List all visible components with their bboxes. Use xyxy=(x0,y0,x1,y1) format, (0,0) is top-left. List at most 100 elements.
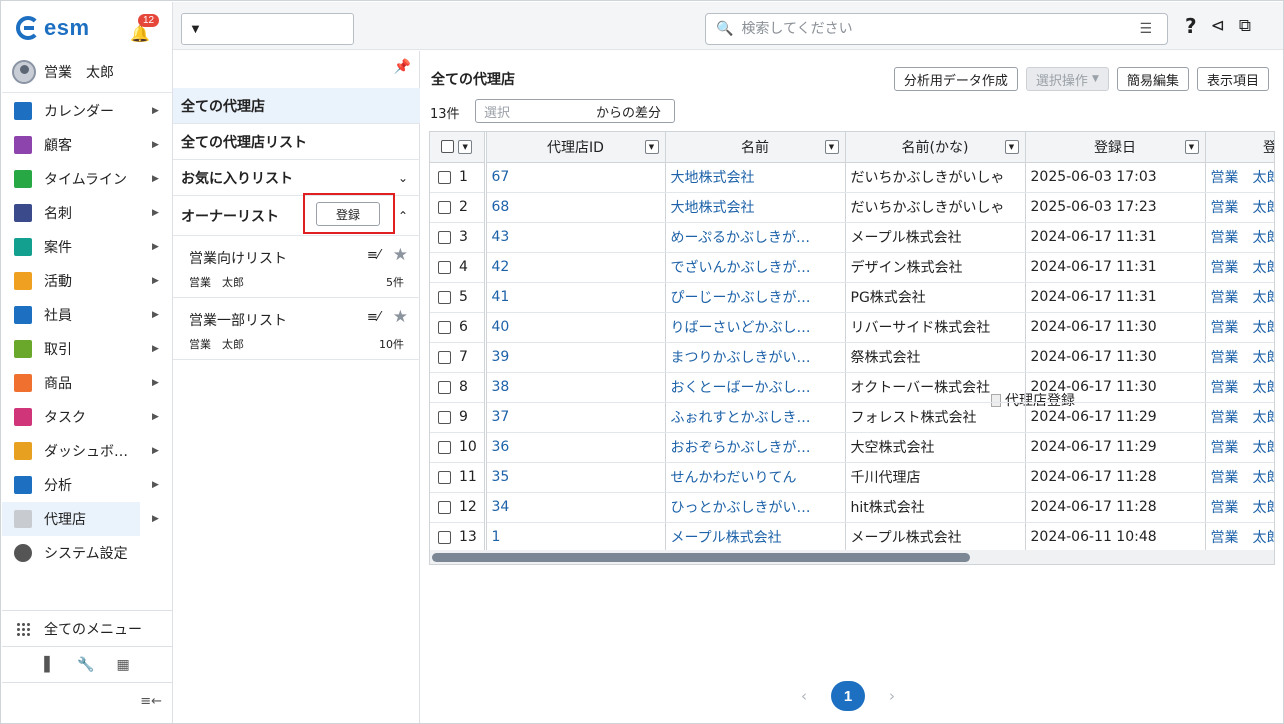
agency-name-link[interactable]: ひっとかぶしきがい… xyxy=(671,500,811,516)
analysis-data-button[interactable]: 分析用データ作成 xyxy=(893,67,1018,91)
cell-registrant[interactable]: 営業 太郎 xyxy=(1205,282,1275,313)
col-name[interactable]: 名前 ▼ xyxy=(665,132,846,163)
select-operation-button[interactable]: 選択操作 ▼ xyxy=(1025,67,1109,91)
register-agency-button[interactable]: 代理店登録 ▼ xyxy=(181,13,1075,409)
registrant-link[interactable]: 営業 太郎 xyxy=(1211,290,1275,306)
agency-id-link[interactable]: 34 xyxy=(492,499,510,515)
row-checkbox[interactable] xyxy=(438,260,451,274)
select-all-checkbox[interactable] xyxy=(441,140,455,154)
registrant-link[interactable]: 営業 太郎 xyxy=(1211,320,1275,336)
cell-name[interactable]: ぴーじーかぶしきが… xyxy=(665,282,846,313)
cell-registrant[interactable]: 営業 太郎 xyxy=(1205,342,1275,373)
row-checkbox[interactable] xyxy=(438,230,451,244)
registrant-link[interactable]: 営業 太郎 xyxy=(1211,350,1275,366)
list-favorites[interactable]: お気に入りリスト ⌄ xyxy=(173,160,420,196)
agency-name-link[interactable]: ふぉれすとかぶしき… xyxy=(671,410,811,426)
nav-item[interactable]: 分析 ▶ xyxy=(2,468,172,502)
cell-agency-id[interactable]: 43 xyxy=(485,222,666,253)
global-search[interactable]: 🔍 ☰ xyxy=(705,13,1168,45)
pin-icon[interactable]: 📌 xyxy=(394,59,411,75)
table-row[interactable]: 3 43 めーぷるかぶしきが… メープル株式会社 2024-06-17 11:31 営業 … xyxy=(430,222,1274,253)
diff-select[interactable]: 選択 からの差分 xyxy=(475,99,675,123)
film-icon[interactable]: ▦ xyxy=(116,657,129,673)
wrench-icon[interactable]: 🔧 xyxy=(77,657,94,673)
cell-registrant[interactable]: 営業 太郎 xyxy=(1205,402,1275,433)
cell-registrant[interactable]: 営業 太郎 xyxy=(1205,432,1275,463)
cell-registrant[interactable]: 営業 太郎 xyxy=(1205,492,1274,523)
agency-id-link[interactable]: 37 xyxy=(492,409,510,425)
table-row[interactable]: 7 39 まつりかぶしきがい… 祭株式会社 2024-06-17 11:30 営業 太郎 xyxy=(430,342,1275,373)
scrollbar-thumb[interactable] xyxy=(432,553,970,562)
cell-registrant[interactable]: 営業 太郎 xyxy=(1205,222,1274,253)
cell-name[interactable]: おおぞらかぶしきが… xyxy=(665,432,846,463)
cell-agency-id[interactable]: 35 xyxy=(485,462,666,493)
table-row[interactable]: 13 1 メープル株式会社 メープル株式会社 2024-06-11 10:48 営業 太郎 xyxy=(430,522,1274,553)
nav-item[interactable]: ダッシュボ… ▶ xyxy=(2,434,172,468)
cell-agency-id[interactable]: 41 xyxy=(485,282,666,313)
horizontal-scrollbar[interactable] xyxy=(430,550,1274,564)
table-row[interactable]: 2 68 大地株式会社 だいちかぶしきがいしゃ 2025-06-03 17:23 営業 太… xyxy=(430,192,1274,223)
agency-name-link[interactable]: おおぞらかぶしきが… xyxy=(671,440,811,456)
registrant-link[interactable]: 営業 太郎 xyxy=(1211,410,1275,426)
nav-item[interactable]: 活動 ▶ xyxy=(2,264,172,298)
nav-item[interactable]: 社員 ▶ xyxy=(2,298,172,332)
agency-name-link[interactable]: メープル株式会社 xyxy=(671,530,782,546)
table-row[interactable]: 5 41 ぴーじーかぶしきが… PG株式会社 2024-06-17 11:31 営業 太郎 xyxy=(430,282,1275,313)
cell-name[interactable]: りばーさいどかぶし… xyxy=(665,312,846,343)
agency-name-link[interactable]: 大地株式会社 xyxy=(671,200,755,216)
search-filter-icon[interactable]: ☰ xyxy=(1139,21,1152,37)
nav-item[interactable]: 名刺 ▶ xyxy=(2,196,172,230)
row-checkbox[interactable] xyxy=(438,500,451,514)
user-profile[interactable]: 営業 太郎 xyxy=(12,58,114,86)
agency-name-link[interactable]: 大地株式会社 xyxy=(671,170,755,186)
cell-agency-id[interactable]: 68 xyxy=(485,192,666,223)
registrant-link[interactable]: 営業 太郎 xyxy=(1211,440,1275,456)
logo[interactable]: esm xyxy=(16,12,90,44)
agency-id-link[interactable]: 38 xyxy=(492,379,510,395)
row-checkbox[interactable] xyxy=(438,320,451,334)
cell-name[interactable]: まつりかぶしきがい… xyxy=(665,342,846,373)
row-checkbox[interactable] xyxy=(438,170,451,184)
cell-agency-id[interactable]: 40 xyxy=(485,312,666,343)
cell-agency-id[interactable]: 1 xyxy=(485,522,666,553)
column-menu-icon[interactable]: ▼ xyxy=(644,140,659,154)
open-external-icon[interactable]: ⧉ xyxy=(1239,16,1251,36)
row-checkbox[interactable] xyxy=(438,290,451,304)
table-row[interactable]: 8 38 おくとーばーかぶし… オクトーバー株式会社 2024-06-17 11:30 営… xyxy=(430,372,1274,403)
row-checkbox[interactable] xyxy=(438,350,451,364)
cell-agency-id[interactable]: 67 xyxy=(485,162,666,193)
cell-agency-id[interactable]: 38 xyxy=(485,372,666,403)
agency-name-link[interactable]: まつりかぶしきがい… xyxy=(671,350,811,366)
column-menu-icon[interactable]: ▼ xyxy=(1004,140,1019,154)
star-icon[interactable]: ★ xyxy=(393,307,408,327)
cell-registrant[interactable]: 営業 太郎 xyxy=(1205,312,1275,343)
agency-id-link[interactable]: 1 xyxy=(492,529,501,545)
owner-list-register-button[interactable]: 登録 xyxy=(316,202,380,226)
table-row[interactable]: 10 36 おおぞらかぶしきが… 大空株式会社 2024-06-17 11:29 営業 太… xyxy=(430,432,1275,463)
cell-registrant[interactable]: 営業 太郎 xyxy=(1205,522,1274,553)
nav-item[interactable]: 案件 ▶ xyxy=(2,230,172,264)
agency-id-link[interactable]: 36 xyxy=(492,439,510,455)
table-row[interactable]: 11 35 せんかわだいりてん 千川代理店 2024-06-17 11:28 営業 太郎 xyxy=(430,462,1274,493)
cell-name[interactable]: めーぷるかぶしきが… xyxy=(665,222,846,253)
agency-id-link[interactable]: 35 xyxy=(492,469,510,485)
all-menu-button[interactable]: 全てのメニュー xyxy=(2,611,172,647)
agency-name-link[interactable]: せんかわだいりてん xyxy=(671,470,797,486)
nav-item[interactable]: 取引 ▶ xyxy=(2,332,172,366)
edit-list-icon[interactable]: ≡⁄ xyxy=(367,310,380,325)
cell-agency-id[interactable]: 36 xyxy=(485,432,666,463)
cell-name[interactable]: メープル株式会社 xyxy=(665,522,846,553)
register-dropdown-icon[interactable]: ▼ xyxy=(182,14,209,44)
row-checkbox[interactable] xyxy=(438,380,451,394)
cell-agency-id[interactable]: 42 xyxy=(485,252,666,283)
cell-name[interactable]: 大地株式会社 xyxy=(665,162,846,193)
cell-registrant[interactable]: 営業 太郎 xyxy=(1205,162,1274,193)
nav-item[interactable]: タスク ▶ xyxy=(2,400,172,434)
cell-registrant[interactable]: 営業 太郎 xyxy=(1205,462,1274,493)
col-agency-id[interactable]: 代理店ID ▼ xyxy=(485,132,666,163)
row-checkbox[interactable] xyxy=(438,200,451,214)
agency-id-link[interactable]: 42 xyxy=(492,259,510,275)
agency-name-link[interactable]: ぴーじーかぶしきが… xyxy=(671,290,811,306)
agency-id-link[interactable]: 67 xyxy=(492,169,510,185)
agency-id-link[interactable]: 68 xyxy=(492,199,510,215)
